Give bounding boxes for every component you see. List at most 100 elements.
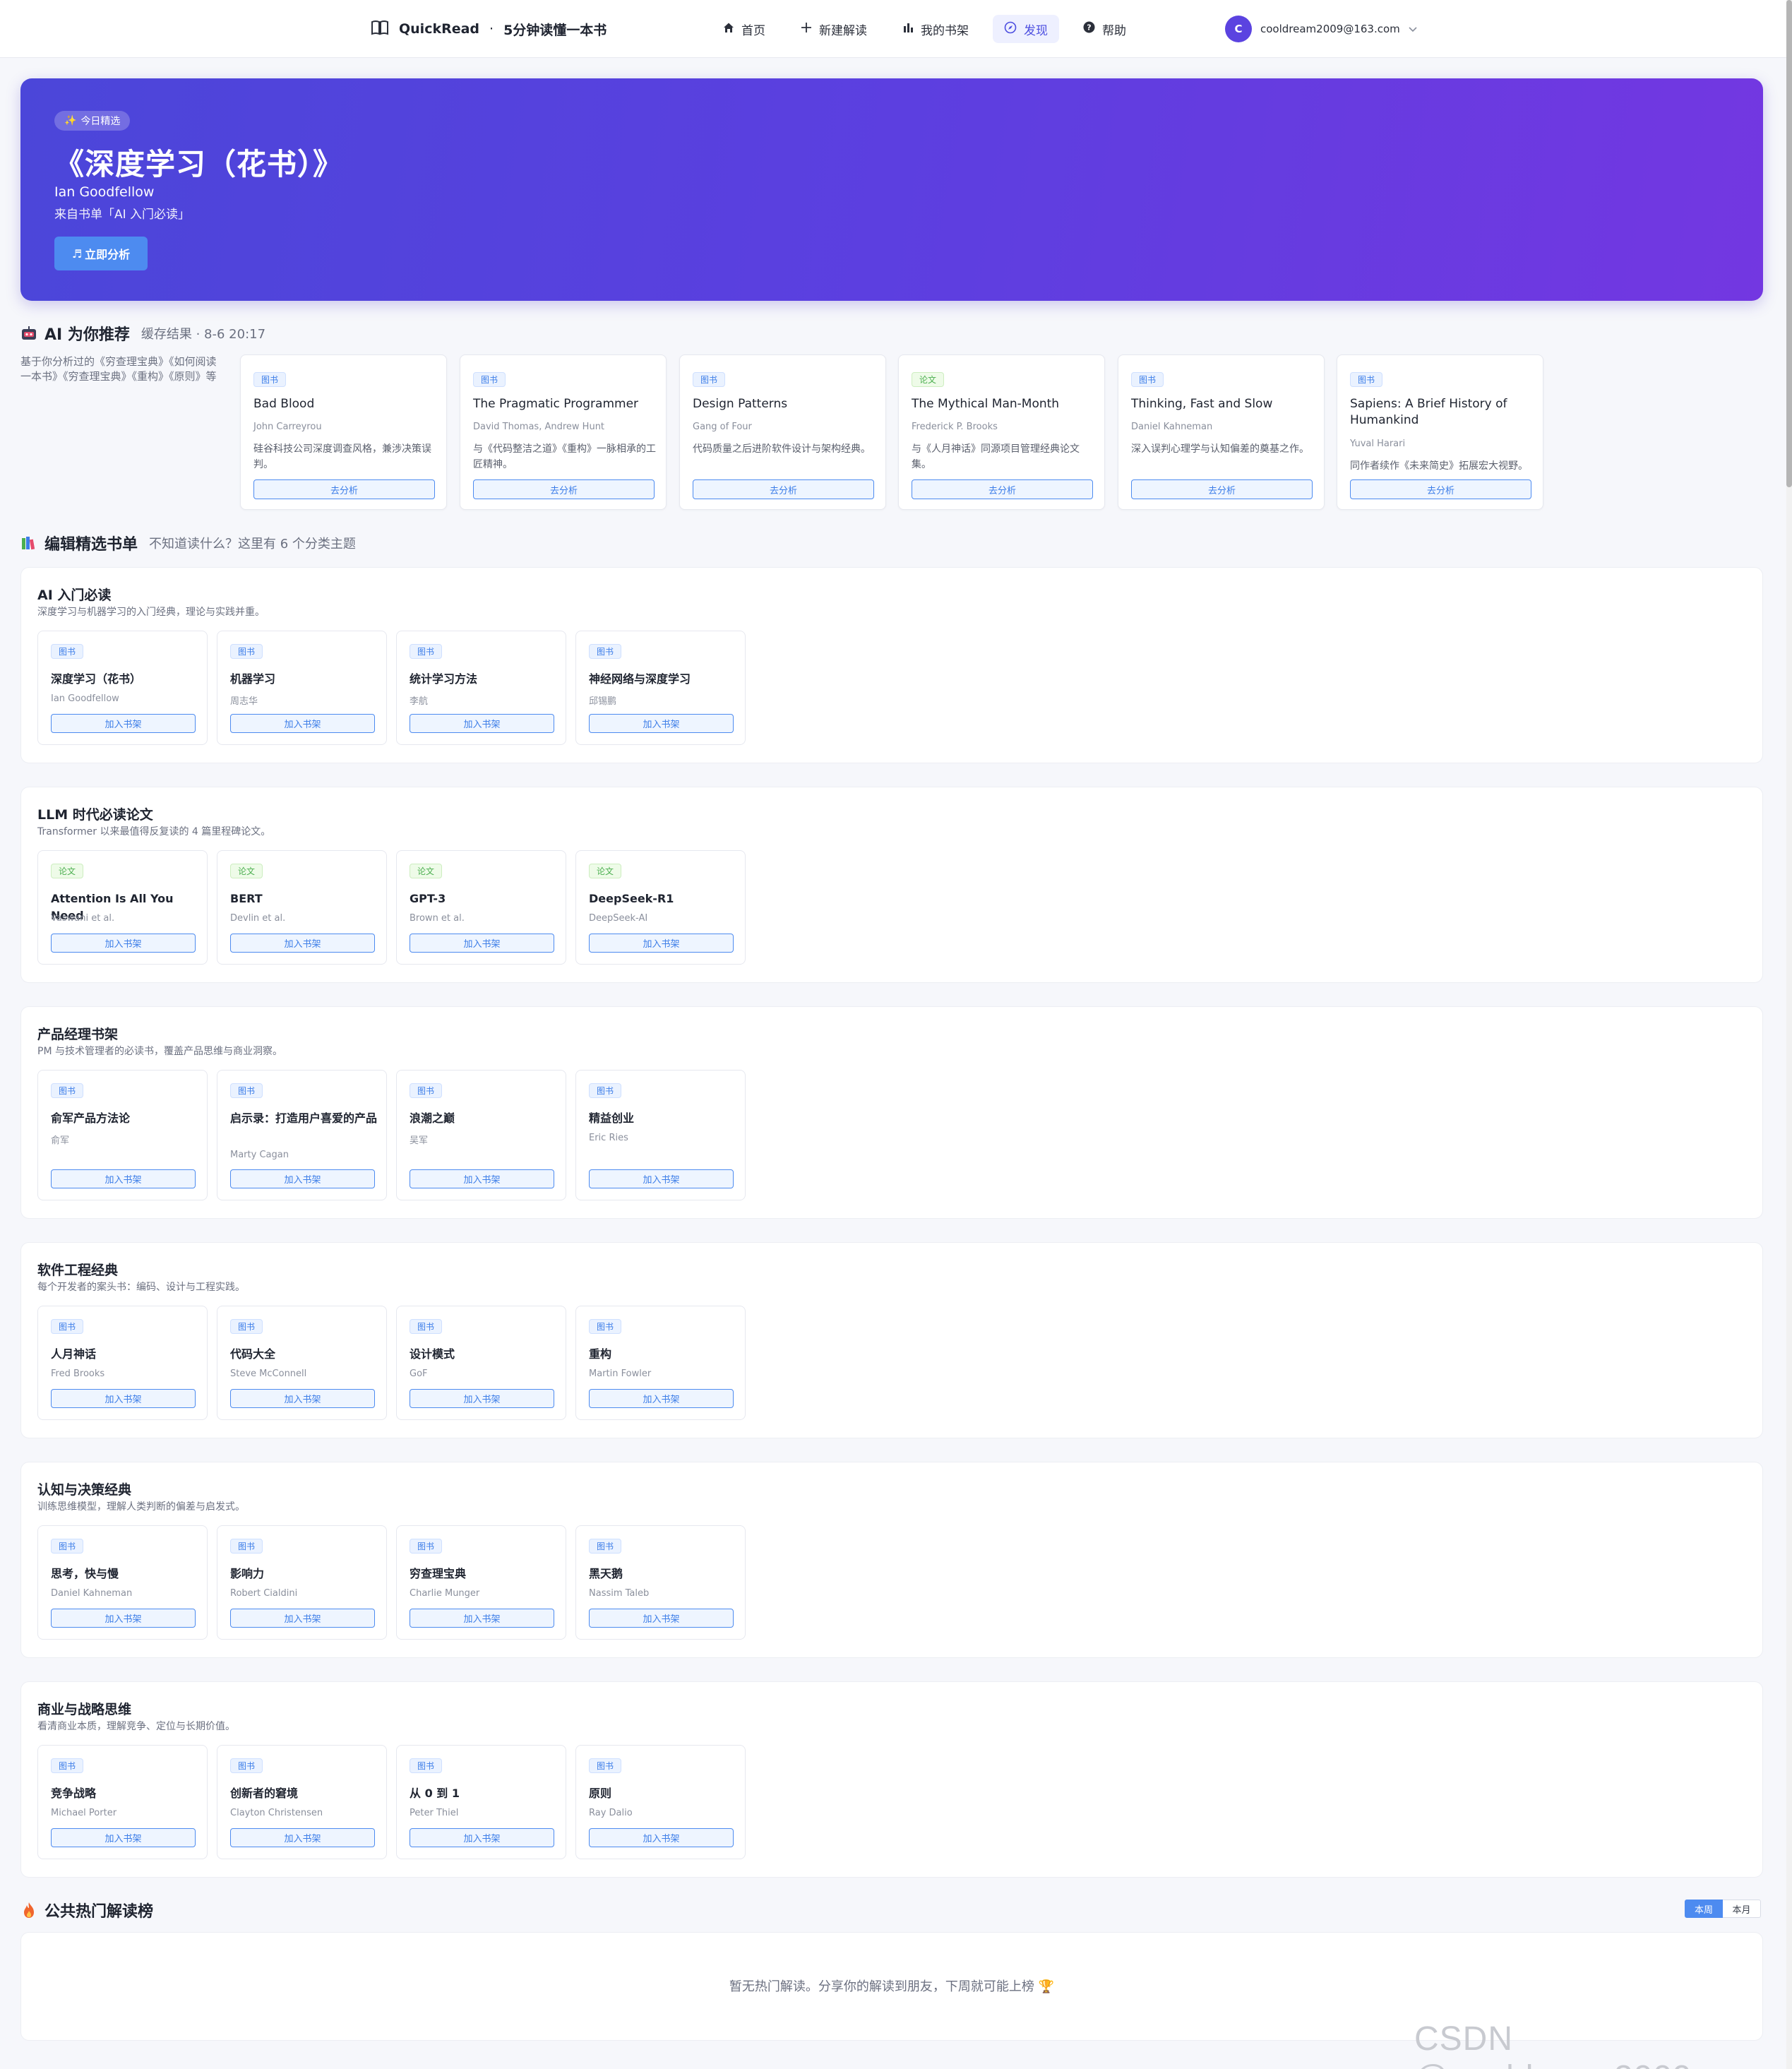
book-card[interactable]: 图书 设计模式 GoF 加入书架 <box>396 1306 566 1420</box>
books-icon <box>20 535 37 551</box>
add-to-shelf-button[interactable]: 加入书架 <box>410 1389 554 1408</box>
category-software-engineering: 软件工程经典 每个开发者的案头书：编码、设计与工程实践。 图书 人月神话 Fre… <box>20 1242 1763 1438</box>
category-pm-shelf: 产品经理书架 PM 与技术管理者的必读书，覆盖产品思维与商业洞察。 图书 俞军产… <box>20 1006 1763 1219</box>
curated-subtitle: 不知道读什么？这里有 6 个分类主题 <box>149 537 356 551</box>
book-card[interactable]: 图书 竞争战略 Michael Porter 加入书架 <box>37 1745 208 1859</box>
featured-hero: ✨ 今日精选 《深度学习（花书）》 Ian Goodfellow 来自书单「AI… <box>20 78 1763 301</box>
reco-card[interactable]: 图书 Thinking, Fast and Slow Daniel Kahnem… <box>1118 354 1325 510</box>
category-title: 认知与决策经典 <box>37 1482 132 1498</box>
add-to-shelf-button[interactable]: 加入书架 <box>230 934 375 953</box>
reco-card[interactable]: 图书 Design Patterns Gang of Four 代码质量之后进阶… <box>679 354 886 510</box>
book-title: DeepSeek-R1 <box>589 892 674 905</box>
book-author: Marty Cagan <box>230 1150 289 1160</box>
book-author: 李航 <box>410 696 429 707</box>
add-to-shelf-button[interactable]: 加入书架 <box>410 934 554 953</box>
book-tag: 图书 <box>589 644 622 659</box>
add-to-shelf-button[interactable]: 加入书架 <box>589 1389 734 1408</box>
book-card[interactable]: 图书 从 0 到 1 Peter Thiel 加入书架 <box>396 1745 566 1859</box>
book-card[interactable]: 图书 机器学习 周志华 加入书架 <box>217 631 387 745</box>
reco-card[interactable]: 图书 Bad Blood John Carreyrou 硅谷科技公司深度调查风格… <box>240 354 447 510</box>
add-to-shelf-button[interactable]: 加入书架 <box>589 1828 734 1847</box>
analyze-now-button[interactable]: ♬ 立即分析 <box>54 237 148 270</box>
category-desc: 训练思维模型，理解人类判断的偏差与启发式。 <box>37 1501 245 1513</box>
add-to-shelf-button[interactable]: 加入书架 <box>589 934 734 953</box>
reco-card[interactable]: 图书 The Pragmatic Programmer David Thomas… <box>460 354 667 510</box>
book-card[interactable]: 图书 深度学习（花书） Ian Goodfellow 加入书架 <box>37 631 208 745</box>
book-author: GoF <box>410 1369 428 1379</box>
add-to-shelf-button[interactable]: 加入书架 <box>230 1169 375 1188</box>
add-to-shelf-button[interactable]: 加入书架 <box>51 1389 196 1408</box>
book-card[interactable]: 图书 重构 Martin Fowler 加入书架 <box>575 1306 746 1420</box>
book-card[interactable]: 图书 启示录：打造用户喜爱的产品 Marty Cagan 加入书架 <box>217 1070 387 1200</box>
music-note-icon: ♬ <box>71 246 83 261</box>
book-card[interactable]: 论文 GPT-3 Brown et al. 加入书架 <box>396 850 566 965</box>
tab-month[interactable]: 本月 <box>1723 1900 1761 1918</box>
reco-analyze-button[interactable]: 去分析 <box>1350 479 1531 499</box>
book-author: Ray Dalio <box>589 1808 633 1818</box>
book-title: 深度学习（花书） <box>51 672 142 686</box>
book-card[interactable]: 图书 统计学习方法 李航 加入书架 <box>396 631 566 745</box>
brand[interactable]: QuickRead · 5分钟读懂一本书 <box>371 18 607 40</box>
book-card[interactable]: 图书 浪潮之巅 吴军 加入书架 <box>396 1070 566 1200</box>
tab-week[interactable]: 本周 <box>1685 1900 1723 1918</box>
add-to-shelf-button[interactable]: 加入书架 <box>230 1609 375 1628</box>
add-to-shelf-button[interactable]: 加入书架 <box>51 934 196 953</box>
book-tag: 图书 <box>693 372 726 387</box>
reco-card[interactable]: 论文 The Mythical Man-Month Frederick P. B… <box>898 354 1105 510</box>
nav-my-shelf[interactable]: 我的书架 <box>891 15 980 43</box>
book-card[interactable]: 图书 影响力 Robert Cialdini 加入书架 <box>217 1525 387 1640</box>
nav-home[interactable]: 首页 <box>712 15 777 43</box>
nav-new-reading[interactable]: 新建解读 <box>789 15 878 43</box>
reco-analyze-button[interactable]: 去分析 <box>253 479 435 499</box>
add-to-shelf-button[interactable]: 加入书架 <box>230 1389 375 1408</box>
book-tag: 图书 <box>1131 372 1164 387</box>
category-title: 商业与战略思维 <box>37 1702 132 1717</box>
book-card[interactable]: 论文 BERT Devlin et al. 加入书架 <box>217 850 387 965</box>
reco-analyze-button[interactable]: 去分析 <box>1131 479 1313 499</box>
book-card[interactable]: 图书 原则 Ray Dalio 加入书架 <box>575 1745 746 1859</box>
book-card[interactable]: 图书 创新者的窘境 Clayton Christensen 加入书架 <box>217 1745 387 1859</box>
book-card[interactable]: 图书 黑天鹅 Nassim Taleb 加入书架 <box>575 1525 746 1640</box>
reco-card-author: David Thomas, Andrew Hunt <box>473 422 605 432</box>
reco-analyze-button[interactable]: 去分析 <box>912 479 1093 499</box>
book-card[interactable]: 图书 精益创业 Eric Ries 加入书架 <box>575 1070 746 1200</box>
book-card[interactable]: 图书 思考，快与慢 Daniel Kahneman 加入书架 <box>37 1525 208 1640</box>
book-title: 启示录：打造用户喜爱的产品 <box>230 1111 378 1125</box>
add-to-shelf-button[interactable]: 加入书架 <box>589 1169 734 1188</box>
book-card[interactable]: 图书 神经网络与深度学习 邱锡鹏 加入书架 <box>575 631 746 745</box>
reco-analyze-button[interactable]: 去分析 <box>693 479 874 499</box>
book-tag: 图书 <box>473 372 506 387</box>
add-to-shelf-button[interactable]: 加入书架 <box>410 1609 554 1628</box>
plus-icon <box>801 22 812 37</box>
book-card[interactable]: 图书 代码大全 Steve McConnell 加入书架 <box>217 1306 387 1420</box>
nav-discover-label: 发现 <box>1024 23 1048 38</box>
home-icon <box>723 22 734 37</box>
book-tag: 图书 <box>589 1319 622 1334</box>
page-scrollbar-thumb[interactable] <box>1786 0 1792 487</box>
category-desc: PM 与技术管理者的必读书，覆盖产品思维与商业洞察。 <box>37 1046 282 1057</box>
add-to-shelf-button[interactable]: 加入书架 <box>230 714 375 733</box>
reco-analyze-button[interactable]: 去分析 <box>473 479 655 499</box>
book-card[interactable]: 论文 DeepSeek-R1 DeepSeek-AI 加入书架 <box>575 850 746 965</box>
book-card[interactable]: 图书 人月神话 Fred Brooks 加入书架 <box>37 1306 208 1420</box>
add-to-shelf-button[interactable]: 加入书架 <box>410 1169 554 1188</box>
add-to-shelf-button[interactable]: 加入书架 <box>51 714 196 733</box>
add-to-shelf-button[interactable]: 加入书架 <box>51 1609 196 1628</box>
add-to-shelf-button[interactable]: 加入书架 <box>230 1828 375 1847</box>
book-card[interactable]: 论文 Attention Is All You Need Vaswani et … <box>37 850 208 965</box>
user-menu[interactable]: C cooldream2009@163.com <box>1225 16 1417 42</box>
add-to-shelf-button[interactable]: 加入书架 <box>51 1169 196 1188</box>
reco-card[interactable]: 图书 Sapiens: A Brief History of Humankind… <box>1337 354 1543 510</box>
add-to-shelf-button[interactable]: 加入书架 <box>51 1828 196 1847</box>
featured-title: 《深度学习（花书）》 <box>54 147 344 181</box>
nav-discover[interactable]: 发现 <box>993 15 1059 43</box>
add-to-shelf-button[interactable]: 加入书架 <box>410 714 554 733</box>
book-title: 机器学习 <box>230 672 276 686</box>
book-card[interactable]: 图书 俞军产品方法论 俞军 加入书架 <box>37 1070 208 1200</box>
add-to-shelf-button[interactable]: 加入书架 <box>410 1828 554 1847</box>
nav-help[interactable]: ? 帮助 <box>1072 15 1137 43</box>
add-to-shelf-button[interactable]: 加入书架 <box>589 714 734 733</box>
reco-card-desc: 硅谷科技公司深度调查风格，兼涉决策误判。 <box>253 443 431 470</box>
book-card[interactable]: 图书 穷查理宝典 Charlie Munger 加入书架 <box>396 1525 566 1640</box>
add-to-shelf-button[interactable]: 加入书架 <box>589 1609 734 1628</box>
